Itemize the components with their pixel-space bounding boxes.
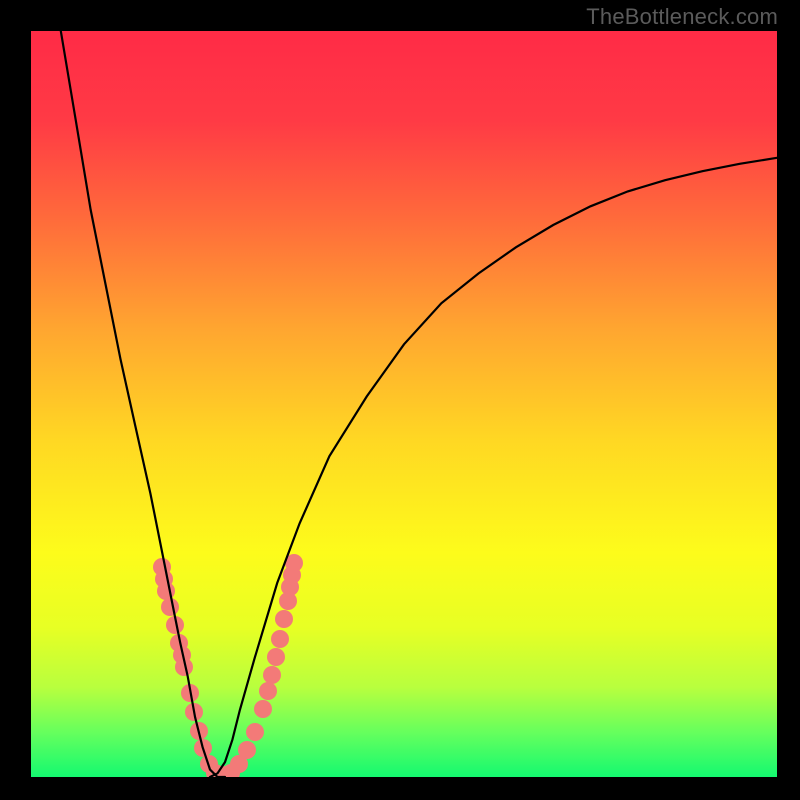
curve-left — [61, 31, 225, 777]
watermark-text: TheBottleneck.com — [586, 4, 778, 30]
bead — [161, 598, 179, 616]
bead — [254, 700, 272, 718]
bead — [275, 610, 293, 628]
bead — [238, 741, 256, 759]
bead — [271, 630, 289, 648]
bead — [263, 666, 281, 684]
bead — [259, 682, 277, 700]
bead — [267, 648, 285, 666]
highlight-beads — [153, 554, 303, 777]
curve-layer — [31, 31, 777, 777]
plot-area — [31, 31, 777, 777]
curve-right — [210, 158, 777, 777]
bead — [157, 582, 175, 600]
chart-stage: TheBottleneck.com — [0, 0, 800, 800]
bead — [246, 723, 264, 741]
